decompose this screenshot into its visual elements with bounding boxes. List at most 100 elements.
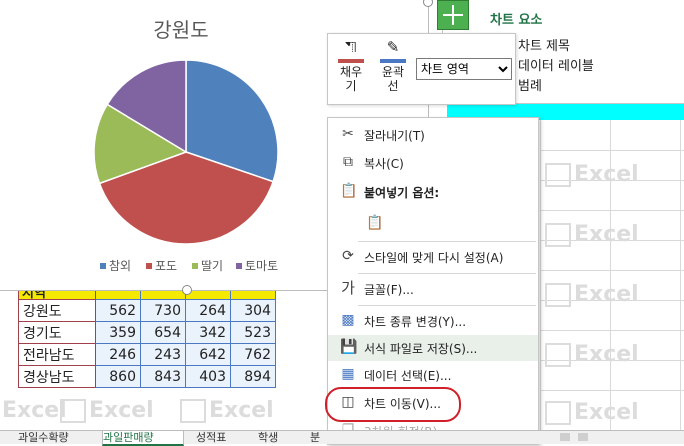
value-cell[interactable]: 523 xyxy=(230,321,276,344)
scroll-button[interactable] xyxy=(578,433,588,441)
fill-label: 채우 xyxy=(339,65,363,79)
value-cell[interactable]: 403 xyxy=(185,365,231,388)
sheet-tab[interactable]: 과일수확량 xyxy=(18,431,100,444)
paste-icon: 📋 xyxy=(366,215,384,231)
sheet-tab[interactable]: 학생 xyxy=(258,431,298,444)
menu-item-change-chart-type[interactable]: ▩ 차트 종류 변경(Y)... xyxy=(328,308,538,334)
value-cell[interactable]: 654 xyxy=(140,321,186,344)
paste-option-button[interactable]: 📋 xyxy=(356,208,386,238)
legend-label[interactable]: 토마토 xyxy=(245,259,278,273)
highlight-annotation xyxy=(325,387,461,422)
chart-elements-button[interactable] xyxy=(437,0,469,30)
sheet-tab-active[interactable]: 과일판매량 xyxy=(102,431,184,446)
menu-item-label: 데이터 선택(E)... xyxy=(364,369,452,383)
table-header-cell[interactable] xyxy=(95,290,141,300)
region-cell[interactable]: 전라남도 xyxy=(18,343,96,366)
gridline xyxy=(540,270,684,271)
value-cell[interactable]: 730 xyxy=(140,299,186,322)
save-template-icon: 💾 xyxy=(340,339,358,355)
data-table[interactable]: 강원도 562 730 264 304 경기도 359 654 342 523 … xyxy=(18,290,276,388)
value-cell[interactable]: 264 xyxy=(185,299,231,322)
value-cell[interactable]: 860 xyxy=(95,365,141,388)
menu-item-save-template[interactable]: 💾 서식 파일로 저장(S)... xyxy=(328,335,538,361)
menu-separator xyxy=(358,273,536,274)
value-cell[interactable]: 359 xyxy=(95,321,141,344)
legend-swatch xyxy=(100,263,106,269)
reset-style-icon: ⟳ xyxy=(342,248,354,264)
data-label-option[interactable]: 데이터 레이블 xyxy=(518,55,594,74)
gridline xyxy=(540,150,684,151)
menu-separator xyxy=(358,241,536,242)
menu-item-label: 잘라내기(T) xyxy=(364,129,425,143)
excel-watermark: Excel xyxy=(180,398,274,423)
sheet-tab[interactable]: 분 xyxy=(310,431,326,444)
value-cell[interactable]: 562 xyxy=(95,299,141,322)
excel-watermark: Excel xyxy=(545,342,639,367)
font-icon: 가 xyxy=(341,279,355,297)
legend-label[interactable]: 딸기 xyxy=(201,259,223,273)
mini-toolbar: ⛠ 채우 기 ✎ 윤곽 선 차트 영역 xyxy=(327,33,516,105)
paste-icon: 📋 xyxy=(340,183,358,199)
menu-item-label: 글꼴(F)... xyxy=(364,283,414,297)
value-cell[interactable]: 246 xyxy=(95,343,141,366)
chart-elements-title: 차트 요소 xyxy=(490,13,543,28)
gridline xyxy=(680,120,681,430)
legend-swatch xyxy=(192,263,198,269)
chart-title-option[interactable]: 차트 제목 xyxy=(518,35,570,54)
menu-item-label: 서식 파일로 저장(S)... xyxy=(364,342,478,356)
table-row: 경기도 359 654 342 523 xyxy=(18,321,276,344)
value-cell[interactable]: 843 xyxy=(140,365,186,388)
excel-watermark: Excel xyxy=(545,400,639,425)
menu-item-cut[interactable]: ✂ 잘라내기(T) xyxy=(328,122,538,148)
table-header-cell[interactable] xyxy=(230,290,276,300)
sheet-tab[interactable]: 성적표 xyxy=(196,431,246,444)
menu-item-reset-style[interactable]: ⟳ 스타일에 맞게 다시 설정(A) xyxy=(328,244,538,270)
menu-item-font[interactable]: 가 글꼴(F)... xyxy=(328,276,538,302)
outline-label: 윤곽 xyxy=(381,65,405,79)
excel-watermark: Excel xyxy=(545,282,639,307)
excel-watermark: Excel xyxy=(2,398,67,423)
legend-label[interactable]: 포도 xyxy=(155,259,177,273)
menu-item-label: 차트 종류 변경(Y)... xyxy=(364,315,467,329)
table-row: 전라남도 246 243 642 762 xyxy=(18,343,276,366)
scroll-button[interactable] xyxy=(560,433,570,441)
region-cell[interactable]: 경상남도 xyxy=(18,365,96,388)
value-cell[interactable]: 894 xyxy=(230,365,276,388)
region-cell[interactable]: 경기도 xyxy=(18,321,96,344)
table-row: 강원도 562 730 264 304 xyxy=(18,299,276,322)
table-row: 경상남도 860 843 403 894 xyxy=(18,365,276,388)
value-cell[interactable]: 642 xyxy=(185,343,231,366)
menu-item-copy[interactable]: ⧉ 복사(C) xyxy=(328,150,538,176)
copy-icon: ⧉ xyxy=(343,154,353,170)
select-data-icon: ▦ xyxy=(341,366,355,382)
menu-item-select-data[interactable]: ▦ 데이터 선택(E)... xyxy=(328,362,538,388)
outline-button[interactable]: ✎ 윤곽 선 xyxy=(378,40,408,93)
change-chart-type-icon: ▩ xyxy=(341,312,355,328)
scissors-icon: ✂ xyxy=(342,126,354,142)
legend-label[interactable]: 참외 xyxy=(109,259,131,273)
fill-button[interactable]: ⛠ 채우 기 xyxy=(336,40,366,93)
gridline xyxy=(540,390,684,391)
value-cell[interactable]: 342 xyxy=(185,321,231,344)
fill-label: 기 xyxy=(345,79,357,93)
resize-handle[interactable] xyxy=(182,285,192,295)
excel-watermark: Excel xyxy=(545,222,639,247)
legend-swatch xyxy=(236,263,242,269)
menu-separator xyxy=(358,305,536,306)
outline-color-bar xyxy=(380,59,406,63)
value-cell[interactable]: 762 xyxy=(230,343,276,366)
excel-watermark: Excel xyxy=(545,162,639,187)
value-cell[interactable]: 304 xyxy=(230,299,276,322)
chart-element-select[interactable]: 차트 영역 xyxy=(416,58,512,80)
table-header-cell[interactable] xyxy=(185,290,231,300)
table-header-cell[interactable] xyxy=(140,290,186,300)
region-cell[interactable]: 강원도 xyxy=(18,299,96,322)
paint-bucket-icon: ⛠ xyxy=(345,38,357,56)
gridline xyxy=(540,210,684,211)
gridline xyxy=(540,330,684,331)
value-cell[interactable]: 243 xyxy=(140,343,186,366)
menu-item-label: 스타일에 맞게 다시 설정(A) xyxy=(364,251,504,265)
menu-item-label: 복사(C) xyxy=(364,157,404,171)
menu-item-label: 붙여넣기 옵션: xyxy=(364,186,440,200)
legend-option[interactable]: 범례 xyxy=(518,75,542,94)
